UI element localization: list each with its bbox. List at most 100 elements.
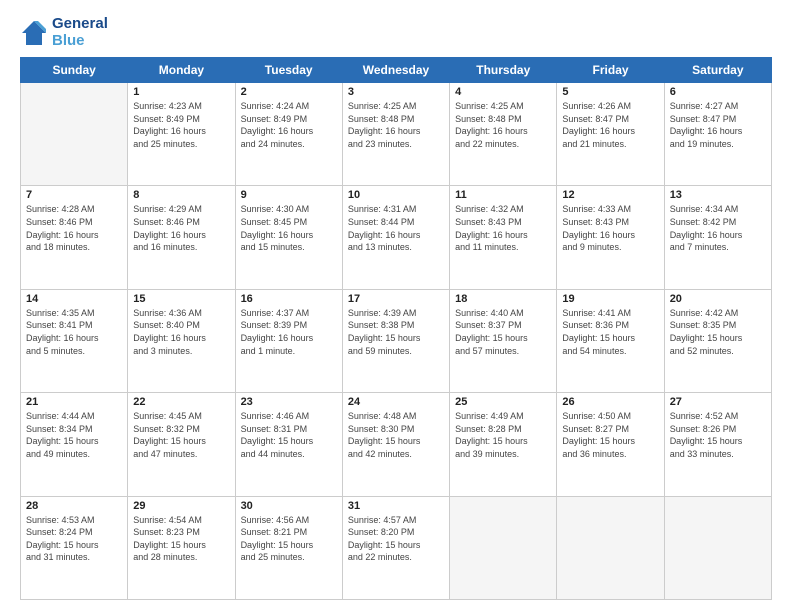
day-number: 10 <box>348 189 444 201</box>
day-info: Sunrise: 4:31 AM Sunset: 8:44 PM Dayligh… <box>348 203 444 253</box>
day-info: Sunrise: 4:46 AM Sunset: 8:31 PM Dayligh… <box>241 410 337 460</box>
day-header-sunday: Sunday <box>21 58 128 83</box>
calendar-cell: 6 Sunrise: 4:27 AM Sunset: 8:47 PM Daylig… <box>664 83 771 186</box>
day-number: 21 <box>26 396 122 408</box>
day-header-monday: Monday <box>128 58 235 83</box>
calendar-table: SundayMondayTuesdayWednesdayThursdayFrid… <box>20 57 772 600</box>
day-info: Sunrise: 4:53 AM Sunset: 8:24 PM Dayligh… <box>26 514 122 564</box>
calendar-week-2: 14Sunrise: 4:35 AM Sunset: 8:41 PM Dayli… <box>21 289 772 392</box>
calendar-cell: 30 Sunrise: 4:56 AM Sunset: 8:21 PM Dayli… <box>235 496 342 599</box>
day-info: Sunrise: 4:26 AM Sunset: 8:47 PM Dayligh… <box>562 100 658 150</box>
day-info: Sunrise: 4:33 AM Sunset: 8:43 PM Dayligh… <box>562 203 658 253</box>
day-number: 24 <box>348 396 444 408</box>
day-info: Sunrise: 4:39 AM Sunset: 8:38 PM Dayligh… <box>348 307 444 357</box>
day-header-saturday: Saturday <box>664 58 771 83</box>
calendar-week-0: 1Sunrise: 4:23 AM Sunset: 8:49 PM Daylig… <box>21 83 772 186</box>
day-info: Sunrise: 4:44 AM Sunset: 8:34 PM Dayligh… <box>26 410 122 460</box>
calendar-cell <box>21 83 128 186</box>
day-number: 7 <box>26 189 122 201</box>
calendar-week-4: 28 Sunrise: 4:53 AM Sunset: 8:24 PM Dayli… <box>21 496 772 599</box>
day-info: Sunrise: 4:23 AM Sunset: 8:49 PM Dayligh… <box>133 100 229 150</box>
day-header-thursday: Thursday <box>450 58 557 83</box>
day-number: 29 <box>133 500 229 512</box>
day-number: 20 <box>670 293 766 305</box>
calendar-week-1: 7 Sunrise: 4:28 AM Sunset: 8:46 PM Daylig… <box>21 186 772 289</box>
calendar-cell <box>664 496 771 599</box>
day-info: Sunrise: 4:52 AM Sunset: 8:26 PM Dayligh… <box>670 410 766 460</box>
day-number: 11 <box>455 189 551 201</box>
day-number: 4 <box>455 86 551 98</box>
calendar-cell: 27 Sunrise: 4:52 AM Sunset: 8:26 PM Dayli… <box>664 393 771 496</box>
calendar-cell <box>450 496 557 599</box>
calendar-cell: 3 Sunrise: 4:25 AM Sunset: 8:48 PM Daylig… <box>342 83 449 186</box>
calendar-cell: 8Sunrise: 4:29 AM Sunset: 8:46 PM Daylig… <box>128 186 235 289</box>
calendar-cell: 12 Sunrise: 4:33 AM Sunset: 8:43 PM Dayli… <box>557 186 664 289</box>
calendar-cell: 25 Sunrise: 4:49 AM Sunset: 8:28 PM Dayli… <box>450 393 557 496</box>
page: General Blue SundayMondayTuesdayWednesda… <box>0 0 792 612</box>
calendar-cell: 10 Sunrise: 4:31 AM Sunset: 8:44 PM Dayli… <box>342 186 449 289</box>
day-header-tuesday: Tuesday <box>235 58 342 83</box>
calendar-cell: 28 Sunrise: 4:53 AM Sunset: 8:24 PM Dayli… <box>21 496 128 599</box>
calendar-cell: 16 Sunrise: 4:37 AM Sunset: 8:39 PM Dayli… <box>235 289 342 392</box>
logo-text: General Blue <box>52 16 108 49</box>
day-number: 5 <box>562 86 658 98</box>
day-number: 22 <box>133 396 229 408</box>
day-info: Sunrise: 4:57 AM Sunset: 8:20 PM Dayligh… <box>348 514 444 564</box>
day-info: Sunrise: 4:25 AM Sunset: 8:48 PM Dayligh… <box>348 100 444 150</box>
day-info: Sunrise: 4:54 AM Sunset: 8:23 PM Dayligh… <box>133 514 229 564</box>
calendar-cell: 2 Sunrise: 4:24 AM Sunset: 8:49 PM Daylig… <box>235 83 342 186</box>
day-info: Sunrise: 4:24 AM Sunset: 8:49 PM Dayligh… <box>241 100 337 150</box>
day-number: 6 <box>670 86 766 98</box>
calendar-cell: 18 Sunrise: 4:40 AM Sunset: 8:37 PM Dayli… <box>450 289 557 392</box>
calendar-cell: 11Sunrise: 4:32 AM Sunset: 8:43 PM Dayli… <box>450 186 557 289</box>
calendar-cell: 4Sunrise: 4:25 AM Sunset: 8:48 PM Daylig… <box>450 83 557 186</box>
day-header-friday: Friday <box>557 58 664 83</box>
day-info: Sunrise: 4:42 AM Sunset: 8:35 PM Dayligh… <box>670 307 766 357</box>
day-info: Sunrise: 4:40 AM Sunset: 8:37 PM Dayligh… <box>455 307 551 357</box>
calendar-cell: 22 Sunrise: 4:45 AM Sunset: 8:32 PM Dayli… <box>128 393 235 496</box>
day-number: 12 <box>562 189 658 201</box>
calendar-header-row: SundayMondayTuesdayWednesdayThursdayFrid… <box>21 58 772 83</box>
day-number: 18 <box>455 293 551 305</box>
day-number: 30 <box>241 500 337 512</box>
day-number: 16 <box>241 293 337 305</box>
calendar-cell: 7 Sunrise: 4:28 AM Sunset: 8:46 PM Daylig… <box>21 186 128 289</box>
day-info: Sunrise: 4:50 AM Sunset: 8:27 PM Dayligh… <box>562 410 658 460</box>
day-number: 15 <box>133 293 229 305</box>
day-info: Sunrise: 4:27 AM Sunset: 8:47 PM Dayligh… <box>670 100 766 150</box>
calendar-cell: 23 Sunrise: 4:46 AM Sunset: 8:31 PM Dayli… <box>235 393 342 496</box>
header: General Blue <box>20 16 772 49</box>
calendar-cell: 15 Sunrise: 4:36 AM Sunset: 8:40 PM Dayli… <box>128 289 235 392</box>
day-number: 27 <box>670 396 766 408</box>
day-info: Sunrise: 4:49 AM Sunset: 8:28 PM Dayligh… <box>455 410 551 460</box>
calendar-cell: 21 Sunrise: 4:44 AM Sunset: 8:34 PM Dayli… <box>21 393 128 496</box>
calendar-cell: 17Sunrise: 4:39 AM Sunset: 8:38 PM Dayli… <box>342 289 449 392</box>
day-info: Sunrise: 4:41 AM Sunset: 8:36 PM Dayligh… <box>562 307 658 357</box>
day-number: 25 <box>455 396 551 408</box>
logo-icon <box>20 19 48 47</box>
day-info: Sunrise: 4:36 AM Sunset: 8:40 PM Dayligh… <box>133 307 229 357</box>
day-info: Sunrise: 4:28 AM Sunset: 8:46 PM Dayligh… <box>26 203 122 253</box>
calendar-cell: 13Sunrise: 4:34 AM Sunset: 8:42 PM Dayli… <box>664 186 771 289</box>
day-info: Sunrise: 4:35 AM Sunset: 8:41 PM Dayligh… <box>26 307 122 357</box>
calendar-cell <box>557 496 664 599</box>
day-number: 19 <box>562 293 658 305</box>
day-info: Sunrise: 4:30 AM Sunset: 8:45 PM Dayligh… <box>241 203 337 253</box>
day-info: Sunrise: 4:48 AM Sunset: 8:30 PM Dayligh… <box>348 410 444 460</box>
day-number: 2 <box>241 86 337 98</box>
day-info: Sunrise: 4:37 AM Sunset: 8:39 PM Dayligh… <box>241 307 337 357</box>
day-number: 31 <box>348 500 444 512</box>
day-number: 26 <box>562 396 658 408</box>
day-number: 23 <box>241 396 337 408</box>
day-header-wednesday: Wednesday <box>342 58 449 83</box>
calendar-cell: 31 Sunrise: 4:57 AM Sunset: 8:20 PM Dayli… <box>342 496 449 599</box>
day-info: Sunrise: 4:45 AM Sunset: 8:32 PM Dayligh… <box>133 410 229 460</box>
calendar-cell: 29 Sunrise: 4:54 AM Sunset: 8:23 PM Dayli… <box>128 496 235 599</box>
day-number: 9 <box>241 189 337 201</box>
calendar-cell: 14Sunrise: 4:35 AM Sunset: 8:41 PM Dayli… <box>21 289 128 392</box>
calendar-cell: 9 Sunrise: 4:30 AM Sunset: 8:45 PM Daylig… <box>235 186 342 289</box>
day-number: 28 <box>26 500 122 512</box>
calendar-cell: 26 Sunrise: 4:50 AM Sunset: 8:27 PM Dayli… <box>557 393 664 496</box>
day-info: Sunrise: 4:56 AM Sunset: 8:21 PM Dayligh… <box>241 514 337 564</box>
day-number: 3 <box>348 86 444 98</box>
